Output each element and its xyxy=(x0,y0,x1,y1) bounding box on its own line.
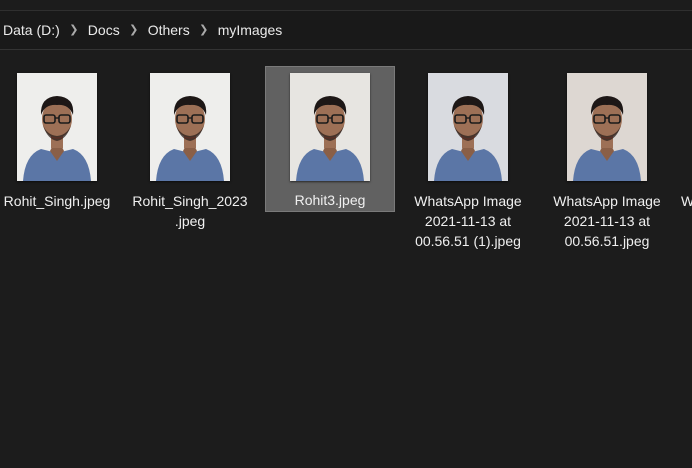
breadcrumb-item-docs[interactable]: Docs xyxy=(85,22,123,38)
file-grid: Rohit_Singh.jpeg Rohit_Singh_2023 .jpeg … xyxy=(0,50,692,468)
file-tile[interactable]: WhatsApp Image 2021-11-13 at 00.56.51.jp… xyxy=(542,66,672,249)
chevron-right-icon[interactable]: ❯ xyxy=(63,23,85,36)
breadcrumb: Data (D:) ❯ Docs ❯ Others ❯ myImages xyxy=(0,11,285,49)
file-explorer-window: Data (D:) ❯ Docs ❯ Others ❯ myImages Roh… xyxy=(0,0,692,468)
file-name: WhatsApp Image 2021-11-13 at 00.56.51.jp… xyxy=(553,193,661,249)
file-name: WhatsApp Image 2021-11-13 at 00.56.51 (1… xyxy=(414,193,522,249)
file-tile[interactable]: Rohit_Singh.jpeg xyxy=(0,66,122,212)
photo-thumbnail xyxy=(17,73,97,181)
file-tile-selected[interactable]: Rohit3.jpeg xyxy=(265,66,395,212)
breadcrumb-item-others[interactable]: Others xyxy=(145,22,193,38)
file-name: Rohit_Singh.jpeg xyxy=(3,193,111,209)
file-tile-partial[interactable]: W xyxy=(680,66,692,212)
chevron-right-icon[interactable]: ❯ xyxy=(123,23,145,36)
photo-thumbnail xyxy=(567,73,647,181)
breadcrumb-item-myimages[interactable]: myImages xyxy=(215,22,286,38)
photo-thumbnail xyxy=(150,73,230,181)
chevron-right-icon[interactable]: ❯ xyxy=(193,23,215,36)
file-name: Rohit3.jpeg xyxy=(294,192,366,208)
file-name: W xyxy=(681,193,692,209)
breadcrumb-item-data-drive[interactable]: Data (D:) xyxy=(0,22,63,38)
file-name: Rohit_Singh_2023 .jpeg xyxy=(132,193,248,229)
address-bar[interactable]: Data (D:) ❯ Docs ❯ Others ❯ myImages xyxy=(0,11,692,50)
photo-thumbnail xyxy=(290,73,370,181)
file-tile[interactable]: Rohit_Singh_2023 .jpeg xyxy=(125,66,255,229)
photo-thumbnail xyxy=(428,73,508,181)
file-tile[interactable]: WhatsApp Image 2021-11-13 at 00.56.51 (1… xyxy=(403,66,533,249)
